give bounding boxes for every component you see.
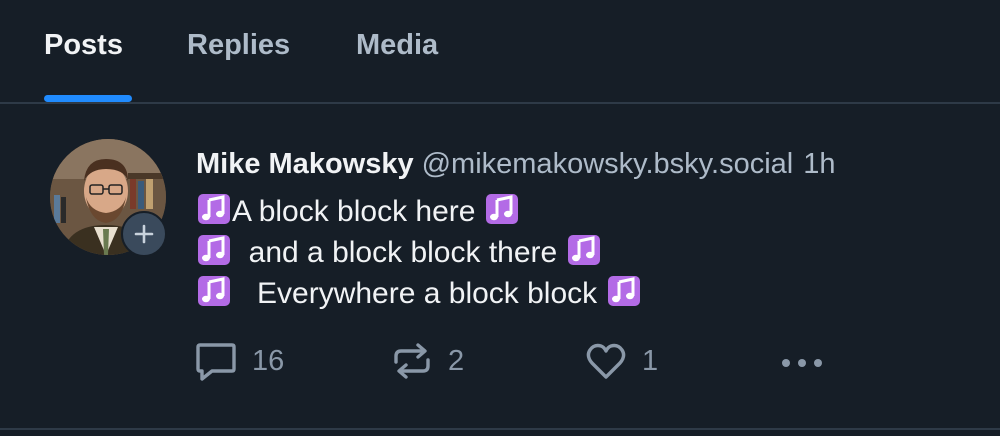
post-line-1-text: A block block here [232,195,484,228]
post-line-2: and a block block there [196,232,976,273]
musical-notes-icon [607,276,640,306]
like-count: 1 [642,344,659,377]
post-actions: 16 2 1 [194,338,834,384]
tab-media[interactable]: Media [356,26,438,102]
author-name[interactable]: Mike Makowsky [196,148,414,180]
heart-icon [586,343,626,379]
tab-replies-label: Replies [187,29,291,61]
ellipsis-icon [782,359,822,367]
reply-count: 16 [252,344,285,377]
post-line-1: A block block here [196,191,976,232]
tab-posts-label: Posts [44,29,123,61]
profile-feed: Posts Replies Media Mike Makowsky @mikem… [0,0,1000,436]
musical-notes-icon [198,194,230,224]
active-tab-indicator [44,95,132,102]
repost-button[interactable]: 2 [390,338,464,384]
follow-button[interactable] [121,211,167,257]
more-options-button[interactable] [778,338,826,384]
post-header: Mike Makowsky @mikemakowsky.bsky.social 1h [196,144,835,184]
musical-notes-icon [485,194,518,224]
repost-arrows-icon [394,343,430,379]
musical-notes-icon [198,235,230,265]
post-line-2-text: and a block block there [232,236,566,269]
repost-count: 2 [448,344,465,377]
musical-notes-icon [198,276,230,306]
plus-icon [134,224,154,244]
speech-bubble-icon [196,343,236,381]
tab-bar: Posts Replies Media [0,0,1000,104]
musical-notes-icon [567,235,600,265]
post-divider [0,428,1000,430]
like-button[interactable]: 1 [584,338,658,384]
reply-button[interactable]: 16 [194,338,284,384]
tab-media-label: Media [356,29,439,61]
tab-replies[interactable]: Replies [187,26,290,102]
post-timestamp[interactable]: 1h [803,148,835,180]
author-handle[interactable]: @mikemakowsky.bsky.social [422,148,794,180]
post-text: A block block here and a block block the… [196,191,976,314]
tab-posts[interactable]: Posts [44,26,132,102]
post-line-3-text: Everywhere a block block [232,277,606,310]
post-line-3: Everywhere a block block [196,273,976,314]
